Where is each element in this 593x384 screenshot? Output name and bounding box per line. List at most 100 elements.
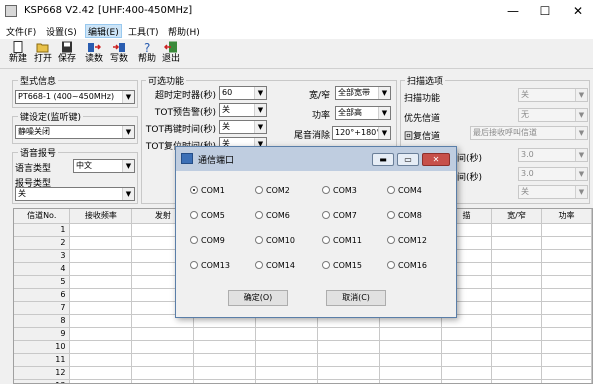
com-port-radio-com4[interactable]: COM4 — [387, 186, 422, 195]
table-cell[interactable] — [317, 366, 381, 380]
exit-button[interactable]: 退出 — [159, 41, 183, 68]
table-cell[interactable] — [541, 340, 592, 354]
priority-channel-select[interactable]: 无 ▼ — [518, 108, 588, 122]
table-cell[interactable] — [69, 236, 133, 250]
table-cell[interactable] — [379, 340, 443, 354]
table-cell[interactable] — [541, 301, 592, 315]
menu-tools[interactable]: 工具(T) — [126, 25, 161, 39]
dialog-minimize-icon[interactable]: ▬ — [372, 153, 394, 166]
table-cell[interactable] — [193, 379, 257, 383]
dialog-maximize-icon[interactable]: ▭ — [397, 153, 419, 166]
bandwidth-select[interactable]: 全部宽带 ▼ — [335, 86, 391, 100]
table-cell[interactable] — [441, 366, 493, 380]
table-cell[interactable] — [317, 353, 381, 367]
com-port-radio-com14[interactable]: COM14 — [255, 261, 295, 270]
com-port-radio-com16[interactable]: COM16 — [387, 261, 427, 270]
table-cell[interactable] — [193, 366, 257, 380]
table-cell[interactable] — [193, 353, 257, 367]
table-cell[interactable] — [541, 379, 592, 383]
model-select[interactable]: PT668-1 (400~450MHz) ▼ — [15, 90, 135, 104]
scan-time2-select[interactable]: 3.0 ▼ — [518, 167, 588, 181]
com-port-radio-com10[interactable]: COM10 — [255, 236, 295, 245]
com-port-radio-com1[interactable]: COM1 — [190, 186, 225, 195]
table-cell[interactable] — [69, 340, 133, 354]
table-cell[interactable] — [131, 366, 195, 380]
table-cell[interactable] — [69, 288, 133, 302]
table-cell[interactable] — [131, 327, 195, 341]
table-cell[interactable] — [193, 340, 257, 354]
table-cell[interactable] — [255, 379, 319, 383]
table-cell[interactable] — [491, 327, 542, 341]
com-port-radio-com15[interactable]: COM15 — [322, 261, 362, 270]
table-cell[interactable] — [491, 223, 542, 237]
table-cell[interactable] — [541, 223, 592, 237]
table-row[interactable]: 9 — [14, 327, 592, 341]
table-cell[interactable] — [131, 340, 195, 354]
table-cell[interactable] — [69, 327, 133, 341]
write-button[interactable]: 写数 — [107, 41, 131, 68]
ok-button[interactable]: 确定(O) — [228, 290, 288, 306]
table-cell[interactable] — [541, 275, 592, 289]
table-cell[interactable] — [317, 379, 381, 383]
table-cell[interactable] — [491, 275, 542, 289]
table-cell[interactable] — [491, 379, 542, 383]
table-cell[interactable] — [255, 353, 319, 367]
table-cell[interactable] — [69, 366, 133, 380]
save-button[interactable]: 保存 — [55, 41, 79, 68]
table-cell[interactable] — [491, 262, 542, 276]
table-cell[interactable] — [379, 366, 443, 380]
close-icon[interactable]: ✕ — [563, 0, 593, 23]
table-cell[interactable] — [491, 340, 542, 354]
table-cell[interactable] — [541, 288, 592, 302]
com-port-radio-com11[interactable]: COM11 — [322, 236, 362, 245]
com-port-radio-com6[interactable]: COM6 — [255, 211, 290, 220]
com-port-radio-com3[interactable]: COM3 — [322, 186, 357, 195]
com-port-radio-com13[interactable]: COM13 — [190, 261, 230, 270]
table-cell[interactable] — [441, 340, 493, 354]
table-cell[interactable] — [541, 314, 592, 328]
dialog-close-icon[interactable]: ✕ — [422, 153, 450, 166]
table-cell[interactable] — [441, 327, 493, 341]
table-cell[interactable] — [491, 288, 542, 302]
table-cell[interactable] — [255, 327, 319, 341]
scan-time1-select[interactable]: 3.0 ▼ — [518, 148, 588, 162]
com-port-radio-com8[interactable]: COM8 — [387, 211, 422, 220]
table-cell[interactable] — [441, 379, 493, 383]
tot-prealert-select[interactable]: 关 ▼ — [219, 103, 267, 117]
table-cell[interactable] — [491, 353, 542, 367]
table-cell[interactable] — [131, 353, 195, 367]
table-cell[interactable] — [379, 353, 443, 367]
table-cell[interactable] — [255, 366, 319, 380]
table-cell[interactable] — [541, 236, 592, 250]
minimize-icon[interactable]: — — [498, 0, 528, 23]
menu-settings[interactable]: 设置(S) — [44, 25, 79, 39]
table-cell[interactable] — [69, 314, 133, 328]
col-rx-freq[interactable]: 接收频率 — [69, 209, 133, 224]
table-cell[interactable] — [69, 262, 133, 276]
cancel-button[interactable]: 取消(C) — [326, 290, 386, 306]
key-select[interactable]: 静噪关闭 ▼ — [15, 125, 135, 139]
reply-channel-select[interactable]: 最后接收呼叫信道 ▼ — [470, 126, 588, 140]
scan-extra-select[interactable]: 关 ▼ — [518, 185, 588, 199]
language-select[interactable]: 中文 ▼ — [73, 159, 135, 173]
table-row[interactable]: 12 — [14, 366, 592, 380]
table-cell[interactable] — [541, 249, 592, 263]
table-cell[interactable] — [491, 366, 542, 380]
report-type-select[interactable]: 关 ▼ — [15, 187, 135, 201]
com-port-radio-com12[interactable]: COM12 — [387, 236, 427, 245]
table-cell[interactable] — [69, 223, 133, 237]
help-button[interactable]: ? 帮助 — [135, 41, 159, 68]
read-button[interactable]: 读数 — [82, 41, 106, 68]
table-cell[interactable] — [441, 353, 493, 367]
maximize-icon[interactable]: ☐ — [530, 0, 560, 23]
com-port-radio-com9[interactable]: COM9 — [190, 236, 225, 245]
table-cell[interactable] — [541, 327, 592, 341]
table-cell[interactable] — [379, 379, 443, 383]
new-button[interactable]: 新建 — [6, 41, 30, 68]
com-port-radio-com5[interactable]: COM5 — [190, 211, 225, 220]
menu-file[interactable]: 文件(F) — [4, 25, 38, 39]
table-cell[interactable] — [69, 275, 133, 289]
col-bandwidth[interactable]: 宽/窄 — [491, 209, 542, 224]
table-row[interactable]: 11 — [14, 353, 592, 367]
table-cell[interactable] — [69, 353, 133, 367]
